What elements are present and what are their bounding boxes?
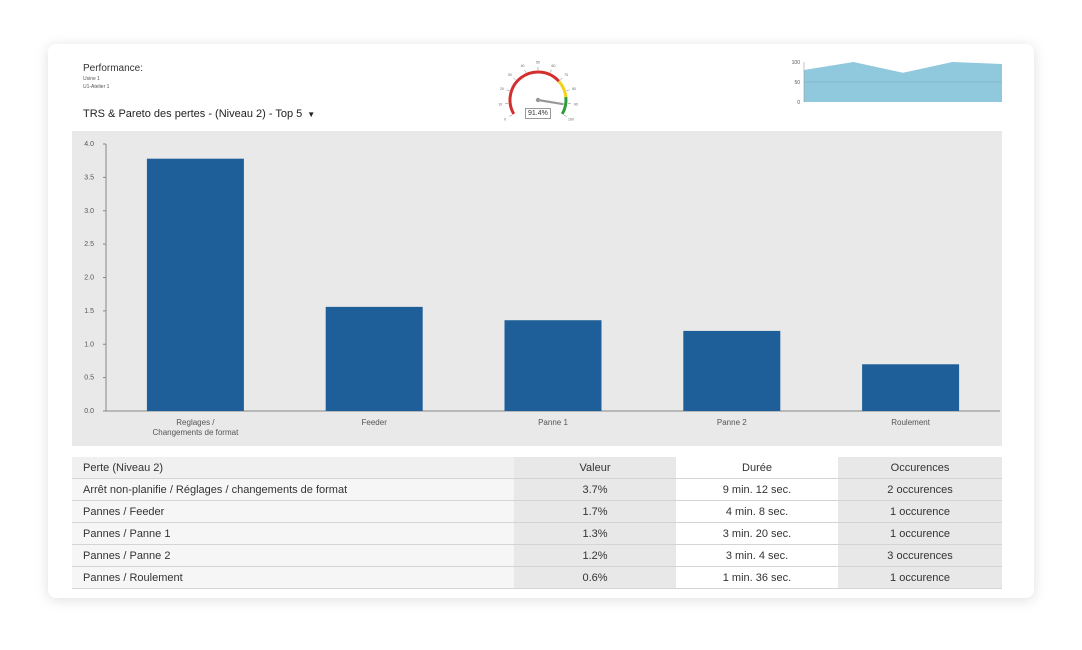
- x-tick-label-line: Feeder: [362, 418, 388, 427]
- gauge-band: [557, 80, 568, 98]
- cell-duree: 9 min. 12 sec.: [676, 478, 838, 501]
- bar: [146, 158, 244, 411]
- cell-occurences: 1 occurence: [838, 566, 1002, 589]
- col-duree-header: Durée: [676, 457, 838, 479]
- y-tick-label: 2.0: [84, 275, 94, 282]
- y-tick-label: 3.0: [84, 208, 94, 215]
- table-row: Pannes / Roulement 0.6% 1 min. 36 sec. 1…: [72, 566, 1002, 589]
- cell-occurences: 1 occurence: [838, 500, 1002, 523]
- gauge-tick-label: 50: [536, 61, 540, 65]
- y-tick-label: 1.0: [84, 341, 94, 348]
- table-row: Arrêt non-planifie / Réglages / changeme…: [72, 478, 1002, 501]
- gauge-tick-label: 70: [564, 73, 568, 77]
- cell-valeur: 1.2%: [514, 544, 676, 567]
- gauge-tick-mark: [524, 69, 527, 73]
- cell-duree: 3 min. 4 sec.: [676, 544, 838, 567]
- col-perte-header: Perte (Niveau 2): [72, 457, 514, 479]
- cell-perte: Pannes / Panne 1: [72, 522, 514, 545]
- gauge-tick-label: 30: [508, 73, 512, 77]
- col-occurences-header: Occurences: [838, 457, 1002, 479]
- gauge-tick-mark: [509, 114, 513, 117]
- pareto-bar-chart: 0.0 0.5 1.0 1.5 2.0 2.5 3.0 3.5 4.0 Reglages / Cha…: [84, 141, 1000, 437]
- gauge-value-label: 91.4%: [525, 108, 551, 119]
- col-valeur-header: Valeur: [514, 457, 676, 479]
- gauge-tick-mark: [513, 77, 516, 81]
- y-tick-label: 3.5: [84, 174, 94, 181]
- gauge-tick-mark: [549, 69, 552, 73]
- sparkline-tick-label: 0: [797, 100, 800, 106]
- gauge-band: [560, 96, 568, 115]
- x-tick-label-line: Panne 2: [717, 418, 747, 427]
- y-tick-label: 4.0: [84, 141, 94, 148]
- y-tick-label: 1.5: [84, 308, 94, 315]
- gauge-hub: [535, 97, 541, 103]
- performance-title: Performance:: [83, 63, 144, 74]
- bar: [325, 306, 423, 411]
- cell-perte: Pannes / Panne 2: [72, 544, 514, 567]
- trend-sparkline: 100 50 0: [792, 60, 1002, 106]
- gauge-tick-label: 100: [568, 118, 574, 122]
- cell-perte: Pannes / Roulement: [72, 566, 514, 589]
- y-tick-label: 0.5: [84, 375, 94, 382]
- bar: [504, 320, 602, 411]
- x-tick-label-line: Changements de format: [152, 428, 239, 437]
- caret-down-icon: ▼: [307, 109, 316, 119]
- cell-valeur: 3.7%: [514, 478, 676, 501]
- cell-perte: Pannes / Feeder: [72, 500, 514, 523]
- gauge-needle: [536, 98, 564, 106]
- x-tick-label: Feeder: [362, 418, 388, 427]
- x-tick-label: Roulement: [891, 418, 930, 427]
- gauge-tick-label: 20: [500, 87, 504, 91]
- x-tick-label: Reglages / Changements de format: [152, 418, 239, 437]
- cell-occurences: 2 occurences: [838, 478, 1002, 501]
- gauge-tick-mark: [560, 77, 563, 81]
- loss-table: Perte (Niveau 2) Valeur Durée Occurences…: [72, 457, 1002, 589]
- gauge-tick-label: 60: [552, 64, 556, 68]
- site-label: Usine 1: [83, 76, 100, 82]
- table-header-row: Perte (Niveau 2) Valeur Durée Occurences: [72, 457, 1002, 479]
- gauge-tick-label: 0: [504, 118, 506, 122]
- table-row: Pannes / Panne 2 1.2% 3 min. 4 sec. 3 oc…: [72, 544, 1002, 567]
- cell-occurences: 1 occurence: [838, 522, 1002, 545]
- gauge-tick-mark: [563, 114, 567, 117]
- pareto-chart: 0.0 0.5 1.0 1.5 2.0 2.5 3.0 3.5 4.0 Reglages / Cha…: [72, 131, 1002, 446]
- gauge-tick-label: 90: [574, 102, 578, 106]
- cell-valeur: 1.7%: [514, 500, 676, 523]
- cell-valeur: 1.3%: [514, 522, 676, 545]
- y-tick-label: 0.0: [84, 408, 94, 415]
- bar: [862, 364, 960, 411]
- gauge-tick-label: 80: [572, 87, 576, 91]
- gauge-tick-mark: [566, 89, 570, 91]
- bar: [683, 330, 781, 411]
- pareto-selector[interactable]: TRS & Pareto des pertes - (Niveau 2) - T…: [83, 108, 315, 120]
- sparkline-tick-label: 100: [792, 60, 801, 66]
- x-tick-label: Panne 1: [538, 418, 568, 427]
- dashboard-card: Performance: Usine 1 U1-Atelier 1 TRS & …: [48, 44, 1034, 598]
- cell-duree: 4 min. 8 sec.: [676, 500, 838, 523]
- workshop-label: U1-Atelier 1: [83, 84, 110, 90]
- cell-valeur: 0.6%: [514, 566, 676, 589]
- x-tick-label-line: Panne 1: [538, 418, 568, 427]
- gauge-tick-label: 10: [498, 102, 502, 106]
- x-tick-label-line: Reglages /: [176, 418, 215, 427]
- gauge-tick-label: 40: [521, 64, 525, 68]
- x-tick-label-line: Roulement: [891, 418, 930, 427]
- cell-occurences: 3 occurences: [838, 544, 1002, 567]
- table-row: Pannes / Panne 1 1.3% 3 min. 20 sec. 1 o…: [72, 522, 1002, 545]
- cell-perte: Arrêt non-planifie / Réglages / changeme…: [72, 478, 514, 501]
- pareto-selector-label: TRS & Pareto des pertes - (Niveau 2) - T…: [83, 108, 303, 120]
- sparkline-tick-label: 50: [794, 80, 800, 86]
- gauge-tick-mark: [506, 89, 510, 91]
- cell-duree: 1 min. 36 sec.: [676, 566, 838, 589]
- cell-duree: 3 min. 20 sec.: [676, 522, 838, 545]
- table-row: Pannes / Feeder 1.7% 4 min. 8 sec. 1 occ…: [72, 500, 1002, 523]
- x-tick-label: Panne 2: [717, 418, 747, 427]
- y-tick-label: 2.5: [84, 241, 94, 248]
